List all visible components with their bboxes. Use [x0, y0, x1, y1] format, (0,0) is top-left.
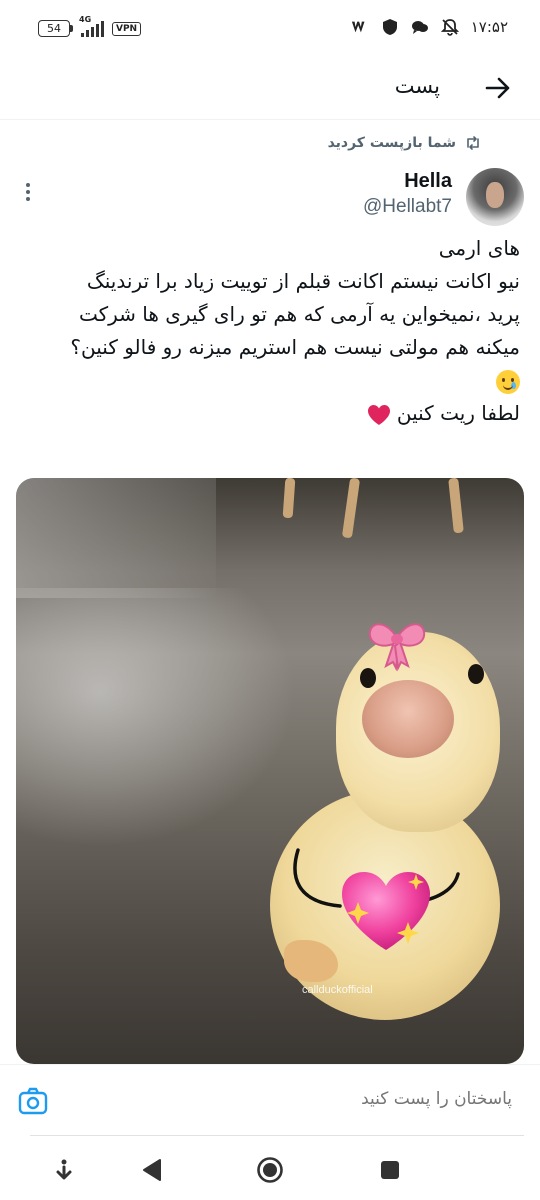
- author-avatar[interactable]: [466, 168, 524, 226]
- chair-leg: [448, 478, 464, 534]
- network-type: 4G: [79, 14, 92, 24]
- retweet-icon: [467, 136, 479, 150]
- signal-icon: 4G: [79, 15, 104, 37]
- author-handle[interactable]: @Hellabt7: [363, 196, 452, 218]
- reply-bar: [0, 1064, 540, 1136]
- author-name[interactable]: Hella: [404, 170, 452, 193]
- more-options-button[interactable]: [20, 180, 36, 204]
- home-circle-icon: [257, 1157, 283, 1183]
- camera-icon: [18, 1087, 48, 1115]
- status-left: 54 4G VPN: [38, 15, 142, 37]
- page-title: پست: [394, 74, 440, 98]
- avatar-face: [486, 182, 504, 208]
- tweet-line: لطفا ریت کنین: [396, 401, 520, 425]
- chat-bubbles-icon: [411, 18, 429, 36]
- more-dot-icon: [26, 190, 30, 194]
- status-bar: 54 4G VPN ۱۷:۵۲: [0, 0, 540, 60]
- floor-reflection: [16, 588, 296, 848]
- smiling-face-with-tear-icon: [496, 369, 520, 394]
- status-right: ۱۷:۵۲: [351, 18, 508, 36]
- more-dot-icon: [26, 183, 30, 187]
- clock: ۱۷:۵۲: [470, 18, 508, 36]
- top-app-bar: پست: [0, 60, 540, 120]
- shield-icon: [381, 18, 399, 36]
- battery-level: 54: [47, 22, 61, 35]
- reply-divider: [30, 1135, 524, 1136]
- nav-recents-button[interactable]: [376, 1156, 404, 1184]
- tweet-line: میکنه هم مولتی نیست هم استریم میزنه رو ف…: [70, 335, 520, 359]
- battery-indicator: 54: [38, 20, 73, 37]
- app-w-icon: [351, 18, 369, 36]
- recents-square-icon: [381, 1161, 399, 1179]
- nav-home-button[interactable]: [256, 1156, 284, 1184]
- retweet-label: شما بازپست کردید: [327, 135, 456, 151]
- tweet-line: نیو اکانت نیستم اکانت قبلم از توییت زیاد…: [86, 269, 520, 293]
- vpn-badge: VPN: [112, 21, 142, 36]
- tweet-line: پرید ،نمیخواین یه آرمی که هم تو رای گیری…: [78, 302, 520, 326]
- tweet-line-last: لطفا ریت کنین: [20, 397, 520, 430]
- tweet-line-emoji: [20, 364, 520, 397]
- tweet-media-image[interactable]: [16, 478, 524, 1064]
- back-button[interactable]: [482, 72, 514, 104]
- camera-button[interactable]: [18, 1087, 48, 1115]
- tweet-text: های ارمی نیو اکانت نیستم اکانت قبلم از ت…: [20, 232, 520, 430]
- red-heart-icon: [367, 404, 390, 425]
- system-nav-bar: [0, 1140, 540, 1200]
- nav-download-button[interactable]: [50, 1156, 78, 1184]
- tweet-line: های ارمی: [438, 236, 520, 260]
- reply-input[interactable]: [212, 1089, 512, 1109]
- arrow-right-icon: [485, 77, 510, 99]
- chair-leg: [341, 478, 361, 539]
- more-dot-icon: [26, 197, 30, 201]
- chair-leg: [282, 478, 296, 519]
- nav-back-button[interactable]: [138, 1156, 166, 1184]
- back-triangle-icon: [143, 1159, 161, 1181]
- retweet-indicator[interactable]: شما بازپست کردید: [328, 134, 482, 152]
- download-icon: [56, 1159, 72, 1180]
- bell-muted-icon: [440, 18, 459, 36]
